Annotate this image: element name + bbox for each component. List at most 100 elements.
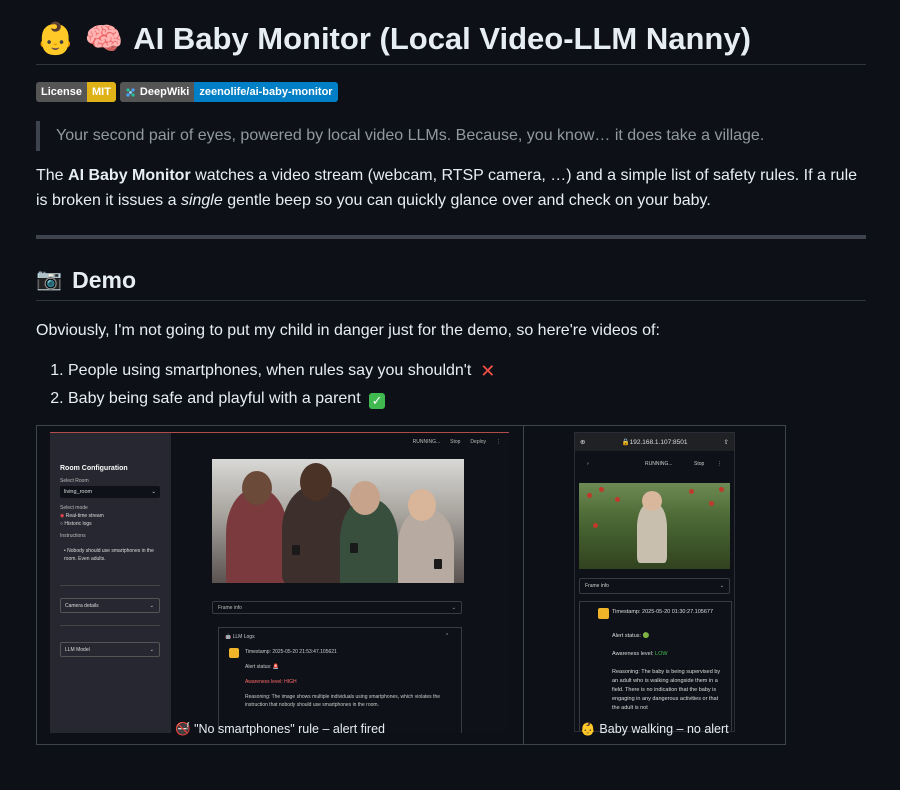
divider bbox=[36, 235, 866, 239]
radio-historic: ○ Historic logs bbox=[60, 521, 92, 527]
baby-emoji-icon: 👶 bbox=[36, 21, 75, 56]
frame-info-label: Frame info bbox=[585, 583, 609, 589]
demo-list: People using smartphones, when rules say… bbox=[36, 357, 496, 413]
radio-historic-label: Historic logs bbox=[64, 521, 92, 527]
title-text: AI Baby Monitor (Local Video-LLM Nanny) bbox=[133, 21, 751, 56]
chevron-down-icon: ⌄ bbox=[149, 646, 154, 653]
frame-info-expander: Frame info ⌄ bbox=[579, 578, 730, 594]
frame-info-expander: Frame info ⌄ bbox=[212, 601, 462, 614]
intro-italic: single bbox=[180, 192, 223, 209]
person-head bbox=[350, 481, 380, 515]
deploy-label: Deploy bbox=[470, 439, 486, 445]
lock-icon: 🔒 bbox=[621, 439, 630, 446]
log-timestamp: Timestamp: 2025-05-20 21:53:47.105621 bbox=[245, 649, 337, 655]
radio-realtime: ◉ Real-time stream bbox=[60, 513, 104, 519]
llm-logs-panel: Timestamp: 2025-05-20 01:30:27.105677 Al… bbox=[579, 601, 732, 731]
demo-cell-right: ⊕ 🔒 192.168.1.107:8501 ⇧ › RUNNING... Sto… bbox=[523, 425, 786, 745]
rule-text: Nobody should use smartphones in the roo… bbox=[64, 548, 154, 562]
chevron-right-icon: › bbox=[587, 461, 589, 467]
demo-lead: Obviously, I'm not going to put my child… bbox=[36, 322, 660, 339]
license-badge[interactable]: License MIT bbox=[36, 82, 116, 102]
poppy-flower bbox=[689, 489, 694, 494]
llm-model-expander: LLM Model ⌄ bbox=[60, 642, 160, 657]
license-badge-label: License bbox=[36, 82, 87, 102]
no-smoking-emoji-icon: 🚭 bbox=[175, 722, 191, 736]
share-icon: ⇧ bbox=[723, 439, 729, 446]
baby-emoji-icon: 👶 bbox=[580, 722, 596, 736]
chevron-down-icon: ⌄ bbox=[719, 583, 724, 589]
avatar bbox=[598, 608, 609, 619]
chevron-down-icon: ⌄ bbox=[151, 489, 156, 495]
awareness-label: Awareness level: bbox=[612, 651, 656, 657]
smartphone-icon bbox=[292, 545, 300, 555]
radio-selected-icon: ◉ bbox=[60, 513, 65, 519]
log-awareness: Awareness level: HIGH bbox=[245, 679, 297, 685]
camera-emoji-icon: 📷 bbox=[36, 268, 63, 291]
list-item: People using smartphones, when rules say… bbox=[68, 357, 496, 385]
app-sidebar: Room Configuration Select Room living_ro… bbox=[50, 433, 171, 733]
brain-emoji-icon: 🧠 bbox=[84, 21, 124, 56]
log-awareness: Awareness level: LOW bbox=[612, 650, 724, 659]
sidebar-divider bbox=[60, 625, 160, 626]
poppy-flower bbox=[719, 487, 724, 492]
chevron-down-icon: ⌄ bbox=[149, 602, 154, 609]
deepwiki-label-text: DeepWiki bbox=[139, 86, 190, 98]
log-alert-status: Alert status: 🟢 bbox=[612, 633, 650, 639]
poppy-flower bbox=[587, 493, 592, 498]
tagline-blockquote: Your second pair of eyes, powered by loc… bbox=[36, 121, 876, 151]
person-head bbox=[242, 471, 272, 505]
smartphone-icon bbox=[350, 543, 358, 553]
llm-logs-title: LLM Logs bbox=[232, 634, 255, 640]
cross-mark-icon: ✕ bbox=[480, 361, 496, 381]
stop-label: Stop bbox=[694, 461, 705, 467]
license-badge-value: MIT bbox=[86, 82, 116, 102]
chevron-up-icon: ⌃ bbox=[445, 633, 450, 639]
running-status: RUNNING... bbox=[412, 439, 441, 445]
intro-text-1: The bbox=[36, 167, 69, 184]
radio-realtime-label: Real-time stream bbox=[65, 513, 104, 519]
awareness-value: LOW bbox=[655, 651, 668, 657]
tabs-icon: ⊕ bbox=[580, 439, 586, 446]
log-alert-status: Alert status: 🚨 bbox=[245, 664, 280, 670]
log-reasoning: Reasoning: The baby is being supervised … bbox=[612, 669, 721, 711]
sidebar-divider bbox=[60, 585, 160, 586]
list-item-text: Baby being safe and playful with a paren… bbox=[68, 390, 361, 407]
baby-demo-video[interactable]: ⊕ 🔒 192.168.1.107:8501 ⇧ › RUNNING... Sto… bbox=[574, 432, 735, 732]
page-title: 👶 🧠 AI Baby Monitor (Local Video-LLM Nan… bbox=[36, 18, 866, 65]
smartphone-demo-video[interactable]: Room Configuration Select Room living_ro… bbox=[50, 432, 509, 733]
sidebar-title: Room Configuration bbox=[60, 465, 128, 472]
url-text: 192.168.1.107:8501 bbox=[629, 438, 688, 446]
mode-label: Select mode bbox=[60, 505, 88, 511]
demo-heading: 📷 Demo bbox=[36, 262, 866, 301]
room-select: living_room ⌄ bbox=[60, 486, 160, 498]
radio-empty-icon: ○ bbox=[60, 521, 64, 527]
intro-text-3: gentle beep so you can quickly glance ov… bbox=[222, 192, 711, 209]
caption-left: 🚭 "No smartphones" rule – alert fired bbox=[37, 722, 523, 737]
deepwiki-icon bbox=[126, 87, 135, 97]
camera-details-expander: Camera details ⌄ bbox=[60, 598, 160, 613]
llm-model-label: LLM Model bbox=[65, 646, 90, 653]
room-select-value: living_room bbox=[64, 489, 93, 495]
llm-logs-header: 🤖 LLM Logs bbox=[225, 634, 255, 640]
rules-label: Instructions bbox=[60, 533, 86, 539]
caption-right-text: Baby walking – no alert bbox=[599, 722, 729, 736]
caption-right: 👶 Baby walking – no alert bbox=[524, 722, 785, 737]
log-reasoning: Reasoning: The image shows multiple indi… bbox=[245, 694, 441, 708]
running-status: RUNNING... bbox=[645, 461, 673, 467]
demo-heading-text: Demo bbox=[72, 267, 137, 293]
caption-left-text: "No smartphones" rule – alert fired bbox=[194, 722, 385, 736]
deepwiki-badge-label: DeepWiki bbox=[119, 82, 195, 102]
llm-logs-panel: 🤖 LLM Logs ⌃ Timestamp: 2025-05-20 21:53… bbox=[218, 627, 462, 733]
deepwiki-badge[interactable]: DeepWiki zeenolife/ai-baby-monitor bbox=[119, 82, 338, 102]
demo-table: Room Configuration Select Room living_ro… bbox=[36, 425, 786, 745]
baby-figure bbox=[637, 503, 667, 563]
list-item: Baby being safe and playful with a paren… bbox=[68, 385, 496, 413]
select-room-label: Select Room bbox=[60, 478, 89, 484]
baby-head bbox=[642, 491, 662, 511]
intro-bold: AI Baby Monitor bbox=[68, 167, 191, 184]
poppy-flower bbox=[593, 523, 598, 528]
deepwiki-badge-value: zeenolife/ai-baby-monitor bbox=[194, 82, 338, 102]
demo-cell-left: Room Configuration Select Room living_ro… bbox=[36, 425, 524, 745]
list-item-text: People using smartphones, when rules say… bbox=[68, 362, 472, 379]
person-head bbox=[300, 463, 332, 501]
